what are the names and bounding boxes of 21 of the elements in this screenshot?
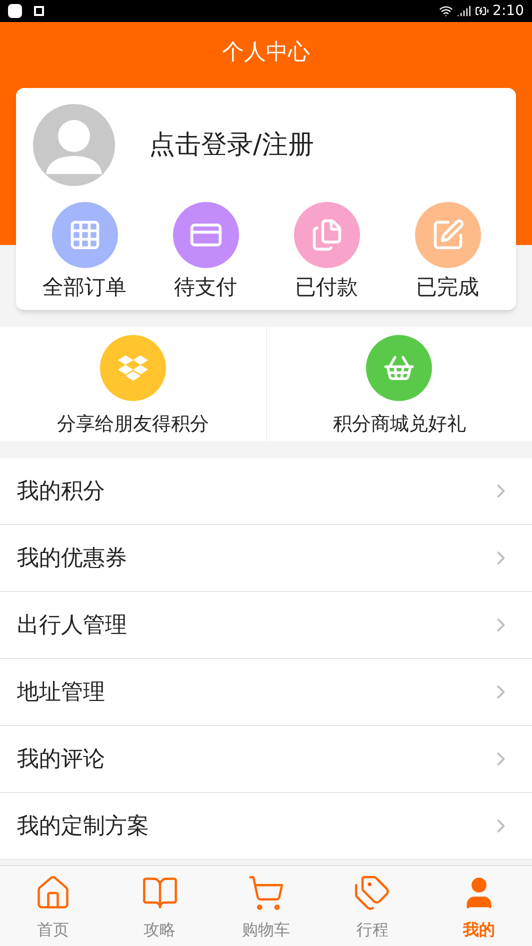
order-shortcut[interactable]: 待支付	[150, 202, 260, 304]
promo-entry[interactable]: 积分商城兑好礼	[266, 327, 532, 441]
signal-icon	[456, 4, 471, 18]
promo-entry[interactable]: 分享给朋友得积分	[0, 327, 266, 441]
order-shortcut[interactable]: 已完成	[392, 202, 502, 304]
boxes-icon	[118, 353, 148, 383]
clock: 2:10	[492, 2, 524, 20]
login-link[interactable]: 点击登录/注册	[149, 126, 314, 164]
menu-item[interactable]: 出行人管理	[0, 592, 532, 659]
tag-icon	[353, 874, 392, 912]
order-shortcut[interactable]: 已付款	[272, 202, 382, 304]
menu-item[interactable]: 地址管理	[0, 659, 532, 726]
wifi-icon	[438, 4, 453, 18]
menu-item[interactable]: 我的评论	[0, 726, 532, 793]
menu-item[interactable]: 我的定制方案	[0, 793, 532, 860]
page-title: 个人中心	[222, 39, 310, 66]
battery-icon	[474, 4, 489, 18]
menu-item[interactable]: 我的积分	[0, 458, 532, 525]
menu-item[interactable]: 我的优惠券	[0, 525, 532, 592]
cart-icon	[247, 874, 286, 912]
order-shortcut[interactable]: 全部订单	[30, 202, 140, 304]
